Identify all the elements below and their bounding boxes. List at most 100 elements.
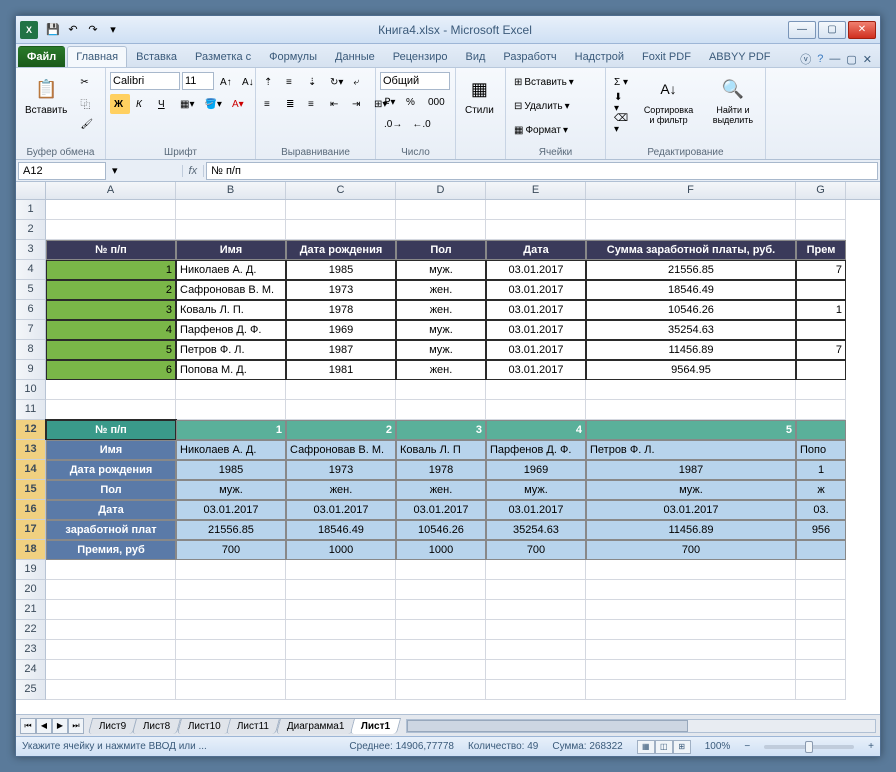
column-header-B[interactable]: B [176, 182, 286, 199]
column-header-C[interactable]: C [286, 182, 396, 199]
italic-button[interactable]: К [132, 94, 152, 114]
align-middle-icon[interactable]: ≡ [282, 72, 302, 92]
cell[interactable]: Имя [46, 440, 176, 460]
cell[interactable] [396, 560, 486, 580]
cell[interactable] [586, 640, 796, 660]
minimize-button[interactable]: — [788, 21, 816, 39]
tab-view[interactable]: Вид [457, 46, 495, 67]
paste-button[interactable]: 📋 Вставить [20, 72, 72, 119]
row-header[interactable]: 12 [16, 420, 46, 440]
cell[interactable] [176, 620, 286, 640]
zoom-in-button[interactable]: + [868, 741, 874, 752]
cell[interactable]: 1969 [286, 320, 396, 340]
row-header[interactable]: 4 [16, 260, 46, 280]
sheet-tab[interactable]: Диаграмма1 [275, 718, 355, 734]
row-header[interactable]: 18 [16, 540, 46, 560]
cell[interactable]: 1969 [486, 460, 586, 480]
cell[interactable] [176, 400, 286, 420]
row-header[interactable]: 14 [16, 460, 46, 480]
cell[interactable] [286, 660, 396, 680]
column-header-D[interactable]: D [396, 182, 486, 199]
cell[interactable]: 18546.49 [286, 520, 396, 540]
maximize-button[interactable]: ▢ [818, 21, 846, 39]
cell[interactable] [396, 400, 486, 420]
cell[interactable]: 11456.89 [586, 520, 796, 540]
row-header[interactable]: 23 [16, 640, 46, 660]
cell[interactable] [46, 560, 176, 580]
cell[interactable]: 9564.95 [586, 360, 796, 380]
cell[interactable]: 1978 [396, 460, 486, 480]
doc-restore-icon[interactable]: ▢ [846, 53, 856, 66]
cell[interactable]: 03. [796, 500, 846, 520]
indent-increase-icon[interactable]: ⇥ [348, 94, 368, 114]
cell[interactable] [176, 680, 286, 700]
cell[interactable] [796, 580, 846, 600]
row-header[interactable]: 3 [16, 240, 46, 260]
cell[interactable]: 03.01.2017 [486, 340, 586, 360]
cell[interactable]: Сумма заработной платы, руб. [586, 240, 796, 260]
cell[interactable] [796, 640, 846, 660]
cell[interactable]: 3 [46, 300, 176, 320]
qat-dropdown-icon[interactable]: ▾ [104, 21, 122, 39]
cell[interactable] [46, 400, 176, 420]
cell[interactable] [46, 380, 176, 400]
cell[interactable]: 5 [586, 420, 796, 440]
name-box[interactable]: A12 [18, 162, 106, 180]
grow-font-icon[interactable]: A↑ [216, 72, 236, 92]
cell[interactable]: 1978 [286, 300, 396, 320]
undo-icon[interactable]: ↶ [64, 21, 82, 39]
first-sheet-button[interactable]: ⏮ [20, 718, 36, 734]
sheet-tab[interactable]: Лист11 [226, 718, 280, 734]
cell[interactable]: 1000 [286, 540, 396, 560]
cell[interactable] [486, 380, 586, 400]
cell[interactable]: 10546.26 [396, 520, 486, 540]
cell[interactable]: 1973 [286, 460, 396, 480]
cell[interactable] [586, 380, 796, 400]
cell[interactable] [46, 220, 176, 240]
cell[interactable]: 03.01.2017 [286, 500, 396, 520]
cell[interactable]: Премия, руб [46, 540, 176, 560]
cell[interactable]: № п/п [46, 240, 176, 260]
cell[interactable]: Дата рождения [46, 460, 176, 480]
cell[interactable] [286, 680, 396, 700]
cell[interactable] [286, 220, 396, 240]
cell[interactable] [586, 680, 796, 700]
redo-icon[interactable]: ↷ [84, 21, 102, 39]
column-header-G[interactable]: G [796, 182, 846, 199]
fx-icon[interactable]: fx [182, 165, 205, 177]
tab-formulas[interactable]: Формулы [260, 46, 326, 67]
cell[interactable] [286, 200, 396, 220]
underline-button[interactable]: Ч [154, 94, 174, 114]
cell[interactable]: Пол [46, 480, 176, 500]
cell[interactable]: Петров Ф. Л. [176, 340, 286, 360]
cell[interactable] [176, 380, 286, 400]
cell[interactable]: 03.01.2017 [486, 360, 586, 380]
cell[interactable] [486, 680, 586, 700]
cell[interactable]: Николаев А. Д. [176, 440, 286, 460]
zoom-out-button[interactable]: − [744, 741, 750, 752]
wrap-text-button[interactable]: ⤶ [349, 72, 369, 92]
format-cells-button[interactable]: ▦ Формат ▾ [510, 120, 572, 140]
cell[interactable]: 1 [46, 260, 176, 280]
cell[interactable] [46, 660, 176, 680]
cell[interactable] [796, 540, 846, 560]
cell[interactable] [176, 220, 286, 240]
cell[interactable] [286, 620, 396, 640]
cell[interactable]: заработной плат [46, 520, 176, 540]
border-button[interactable]: ▦▾ [176, 94, 198, 114]
formula-input[interactable]: № п/п [206, 162, 878, 180]
row-header[interactable]: 11 [16, 400, 46, 420]
percent-icon[interactable]: % [402, 92, 422, 112]
cell[interactable] [486, 200, 586, 220]
spreadsheet-grid[interactable]: ABCDEFG 123№ п/пИмяДата рожденияПолДатаС… [16, 182, 880, 714]
row-header[interactable]: 19 [16, 560, 46, 580]
cell[interactable]: 1973 [286, 280, 396, 300]
align-bottom-icon[interactable]: ⇣ [304, 72, 324, 92]
cell[interactable]: жен. [396, 280, 486, 300]
cell[interactable]: ж [796, 480, 846, 500]
next-sheet-button[interactable]: ▶ [52, 718, 68, 734]
cell[interactable]: 1 [176, 420, 286, 440]
cell[interactable] [286, 560, 396, 580]
tab-foxit[interactable]: Foxit PDF [633, 46, 700, 67]
row-header[interactable]: 5 [16, 280, 46, 300]
